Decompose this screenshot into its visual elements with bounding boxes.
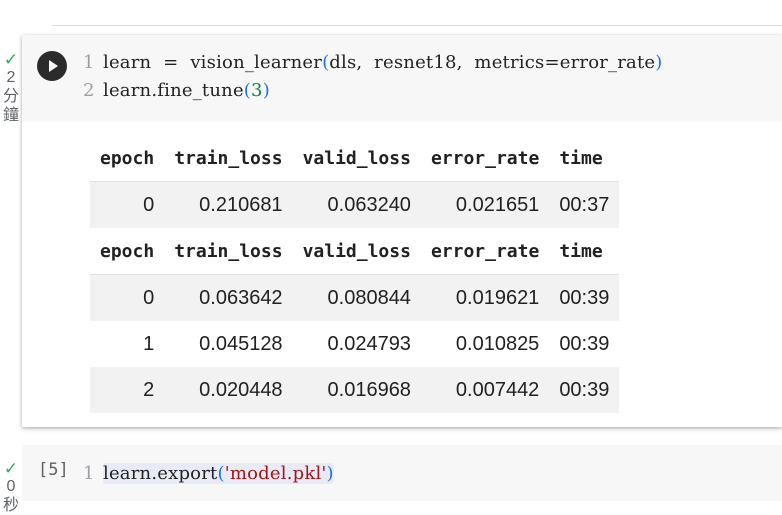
table-row: 2 0.020448 0.016968 0.007442 00:39 [90, 367, 620, 413]
code-cell-2[interactable]: [5] 1 learn.export('model.pkl') [22, 445, 782, 501]
table-row: 0 0.210681 0.063240 0.021651 00:37 [90, 181, 620, 228]
cell-train-loss: 0.045128 [199, 332, 283, 355]
cell1-duration-3: 鐘 [2, 107, 19, 124]
cell-error-rate: 0.007442 [420, 367, 550, 413]
cell-train-loss: 0.210681 [164, 181, 293, 228]
cell-time: 00:39 [549, 274, 620, 321]
run-column [22, 35, 82, 122]
cell-valid-loss: 0.024793 [327, 332, 411, 355]
execution-count: [5] [38, 460, 69, 480]
table-header-row: epoch train_loss valid_loss error_rate t… [90, 135, 620, 182]
table-row: 0 0.063642 0.080844 0.019621 00:39 [90, 274, 620, 321]
table-header-row: epoch train_loss valid_loss error_rate t… [90, 228, 620, 275]
cell-valid-loss: 0.016968 [292, 367, 421, 413]
cell-train-loss: 0.063642 [164, 274, 293, 321]
header-valid-loss: valid_loss [292, 135, 421, 182]
cell-error-rate: 0.019621 [420, 274, 550, 321]
cell1-editor[interactable]: 1 learn = vision_learner(dls, resnet18, m… [22, 35, 782, 122]
header-error-rate: error_rate [420, 135, 550, 182]
header-epoch: epoch [90, 135, 165, 182]
cell1-code[interactable]: 1 learn = vision_learner(dls, resnet18, m… [83, 49, 663, 105]
cell-epoch: 0 [90, 181, 165, 228]
cell2-duration-1: 0 [6, 478, 16, 495]
header-train-loss: train_loss [164, 135, 293, 182]
cell-time: 00:37 [549, 181, 620, 228]
top-divider [52, 25, 782, 26]
header-time: time [549, 135, 620, 182]
cell-valid-loss: 0.080844 [292, 274, 421, 321]
cell-epoch: 1 [143, 332, 155, 355]
cell1-duration-2: 分 [2, 88, 19, 105]
cell2-code[interactable]: 1 learn.export('model.pkl') [83, 460, 334, 488]
header-train-loss: train_loss [164, 228, 293, 275]
code-line-1[interactable]: learn = vision_learner(dls, resnet18, me… [103, 52, 663, 73]
play-icon [49, 60, 58, 72]
cell1-duration-1: 2 [6, 69, 16, 86]
cell-time: 00:39 [549, 367, 620, 413]
cell1-output: epoch train_loss valid_loss error_rate t… [90, 135, 620, 413]
cell1-status-gutter: ✓ 2 分 鐘 [0, 51, 22, 125]
training-results-table: epoch train_loss valid_loss error_rate t… [90, 135, 620, 413]
header-epoch: epoch [90, 228, 165, 275]
cell-time: 00:39 [559, 332, 610, 355]
header-error-rate: error_rate [420, 228, 550, 275]
header-valid-loss: valid_loss [292, 228, 421, 275]
line-number: 1 [83, 463, 95, 484]
cell-train-loss: 0.020448 [164, 367, 293, 413]
table-row: 1 0.045128 0.024793 0.010825 00:39 [90, 321, 619, 367]
line-number: 2 [83, 80, 95, 101]
check-icon: ✓ [3, 459, 19, 478]
cell-valid-loss: 0.063240 [292, 181, 421, 228]
run-cell-button[interactable] [37, 51, 67, 81]
cell2-status-gutter: ✓ 0 秒 [0, 460, 22, 515]
code-line-2[interactable]: learn.fine_tune(3) [103, 80, 270, 101]
cell-epoch: 2 [90, 367, 165, 413]
header-time: time [549, 228, 620, 275]
cell-epoch: 0 [90, 274, 165, 321]
cell2-duration-2: 秒 [2, 497, 19, 514]
code-cell-1[interactable]: 1 learn = vision_learner(dls, resnet18, m… [22, 35, 782, 427]
cell-error-rate: 0.021651 [420, 181, 550, 228]
code-line-1[interactable]: learn.export('model.pkl') [103, 463, 334, 484]
line-number: 1 [83, 52, 95, 73]
check-icon: ✓ [3, 50, 19, 69]
cell-error-rate: 0.010825 [455, 332, 540, 355]
